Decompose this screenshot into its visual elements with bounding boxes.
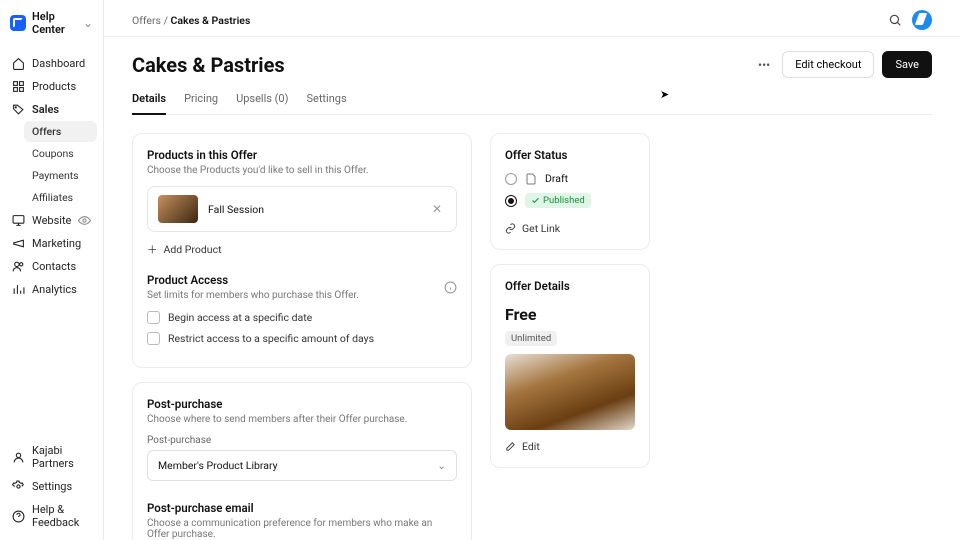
help-icon xyxy=(12,510,25,523)
product-name: Fall Session xyxy=(208,203,418,216)
nav-label: Website xyxy=(32,214,71,227)
edit-checkout-button[interactable]: Edit checkout xyxy=(782,51,874,78)
search-icon[interactable] xyxy=(888,13,902,27)
nav-marketing[interactable]: Marketing xyxy=(6,232,97,255)
offer-price: Free xyxy=(505,305,635,324)
plus-icon: ＋ xyxy=(147,242,158,257)
card-title: Products in this Offer xyxy=(147,148,457,162)
megaphone-icon xyxy=(12,237,25,250)
nav-label: Help & Feedback xyxy=(32,503,91,529)
nav-label: Products xyxy=(32,80,76,93)
edit-offer-button[interactable]: Edit xyxy=(505,440,635,453)
user-icon xyxy=(12,451,25,464)
checkbox-icon xyxy=(147,311,160,324)
card-title: Offer Details xyxy=(505,279,635,293)
section-title: Product Access xyxy=(147,273,359,287)
page-title: Cakes & Pastries xyxy=(132,53,285,77)
select-value: Member's Product Library xyxy=(158,459,278,472)
nav-label: Sales xyxy=(32,103,59,116)
pencil-icon xyxy=(505,441,516,452)
products-card: Products in this Offer Choose the Produc… xyxy=(132,133,472,368)
chart-icon xyxy=(12,283,25,296)
nav-partners[interactable]: Kajabi Partners xyxy=(6,439,97,475)
post-purchase-select[interactable]: Member's Product Library ⌄ xyxy=(147,450,457,481)
breadcrumb-root[interactable]: Offers xyxy=(132,14,161,27)
nav-analytics[interactable]: Analytics xyxy=(6,278,97,301)
radio-icon xyxy=(505,173,517,185)
check-icon xyxy=(531,196,540,205)
nav-products[interactable]: Products xyxy=(6,75,97,98)
post-purchase-card: Post-purchase Choose where to send membe… xyxy=(132,382,472,540)
subnav-affiliates[interactable]: Affiliates xyxy=(24,187,97,208)
tab-details[interactable]: Details xyxy=(132,86,166,115)
checkbox-icon xyxy=(147,332,160,345)
status-published[interactable]: Published xyxy=(505,193,635,208)
monitor-icon xyxy=(12,214,25,227)
nav-contacts[interactable]: Contacts xyxy=(6,255,97,278)
grid-icon xyxy=(12,80,25,93)
card-title: Post-purchase xyxy=(147,397,457,411)
document-icon xyxy=(525,173,537,185)
eye-icon[interactable] xyxy=(78,214,91,227)
section-title: Post-purchase email xyxy=(147,501,457,515)
card-subtitle: Choose the Products you'd like to sell i… xyxy=(147,165,457,176)
get-link-button[interactable]: Get Link xyxy=(505,222,635,235)
account-avatar[interactable] xyxy=(912,10,932,30)
section-subtitle: Choose a communication preference for me… xyxy=(147,518,457,540)
subnav-payments[interactable]: Payments xyxy=(24,165,97,186)
nav-label: Dashboard xyxy=(32,57,85,70)
card-title: Offer Status xyxy=(505,148,635,162)
product-thumbnail xyxy=(158,195,198,223)
tab-upsells[interactable]: Upsells (0) xyxy=(236,86,288,114)
subnav-coupons[interactable]: Coupons xyxy=(24,143,97,164)
chevron-down-icon: ⌄ xyxy=(437,459,446,472)
subnav-offers[interactable]: Offers xyxy=(24,121,97,142)
nav-label: Marketing xyxy=(32,237,81,250)
nav-label: Settings xyxy=(32,480,72,493)
field-label: Post-purchase xyxy=(147,435,457,446)
unlimited-badge: Unlimited xyxy=(505,331,557,346)
nav-website[interactable]: Website xyxy=(6,209,97,232)
info-icon[interactable] xyxy=(444,281,457,294)
nav-help[interactable]: Help & Feedback xyxy=(6,498,97,534)
offer-status-card: Offer Status Draft Published xyxy=(490,133,650,250)
offer-image xyxy=(505,354,635,430)
tag-icon xyxy=(12,103,25,116)
nav-sales[interactable]: Sales xyxy=(6,98,97,121)
add-product-button[interactable]: ＋ Add Product xyxy=(147,242,457,257)
remove-product-icon[interactable]: ✕ xyxy=(428,200,446,218)
more-actions-icon[interactable]: ••• xyxy=(752,52,776,78)
product-row: Fall Session ✕ xyxy=(147,186,457,232)
breadcrumb-current: Cakes & Pastries xyxy=(171,14,251,27)
section-subtitle: Set limits for members who purchase this… xyxy=(147,290,359,301)
home-icon xyxy=(12,57,25,70)
checkbox-begin-access[interactable]: Begin access at a specific date xyxy=(147,311,457,324)
tab-settings[interactable]: Settings xyxy=(306,86,346,114)
brand-logo xyxy=(10,15,26,31)
nav-label: Contacts xyxy=(32,260,76,273)
radio-icon xyxy=(505,195,517,207)
chevron-down-icon: ⌄ xyxy=(83,16,93,30)
breadcrumb: Offers / Cakes & Pastries xyxy=(132,14,250,27)
save-button[interactable]: Save xyxy=(882,51,932,78)
card-subtitle: Choose where to send members after their… xyxy=(147,414,457,425)
brand-switcher[interactable]: Help Center ⌄ xyxy=(0,0,103,48)
gear-icon xyxy=(12,480,25,493)
brand-name: Help Center xyxy=(32,10,77,36)
link-icon xyxy=(505,223,516,234)
offer-details-card: Offer Details Free Unlimited Edit xyxy=(490,264,650,468)
users-icon xyxy=(12,260,25,273)
status-draft[interactable]: Draft xyxy=(505,172,635,185)
nav-label: Analytics xyxy=(32,283,77,296)
nav-dashboard[interactable]: Dashboard xyxy=(6,52,97,75)
nav-settings[interactable]: Settings xyxy=(6,475,97,498)
nav-label: Kajabi Partners xyxy=(32,444,91,470)
tab-pricing[interactable]: Pricing xyxy=(184,86,218,114)
checkbox-restrict-access[interactable]: Restrict access to a specific amount of … xyxy=(147,332,457,345)
